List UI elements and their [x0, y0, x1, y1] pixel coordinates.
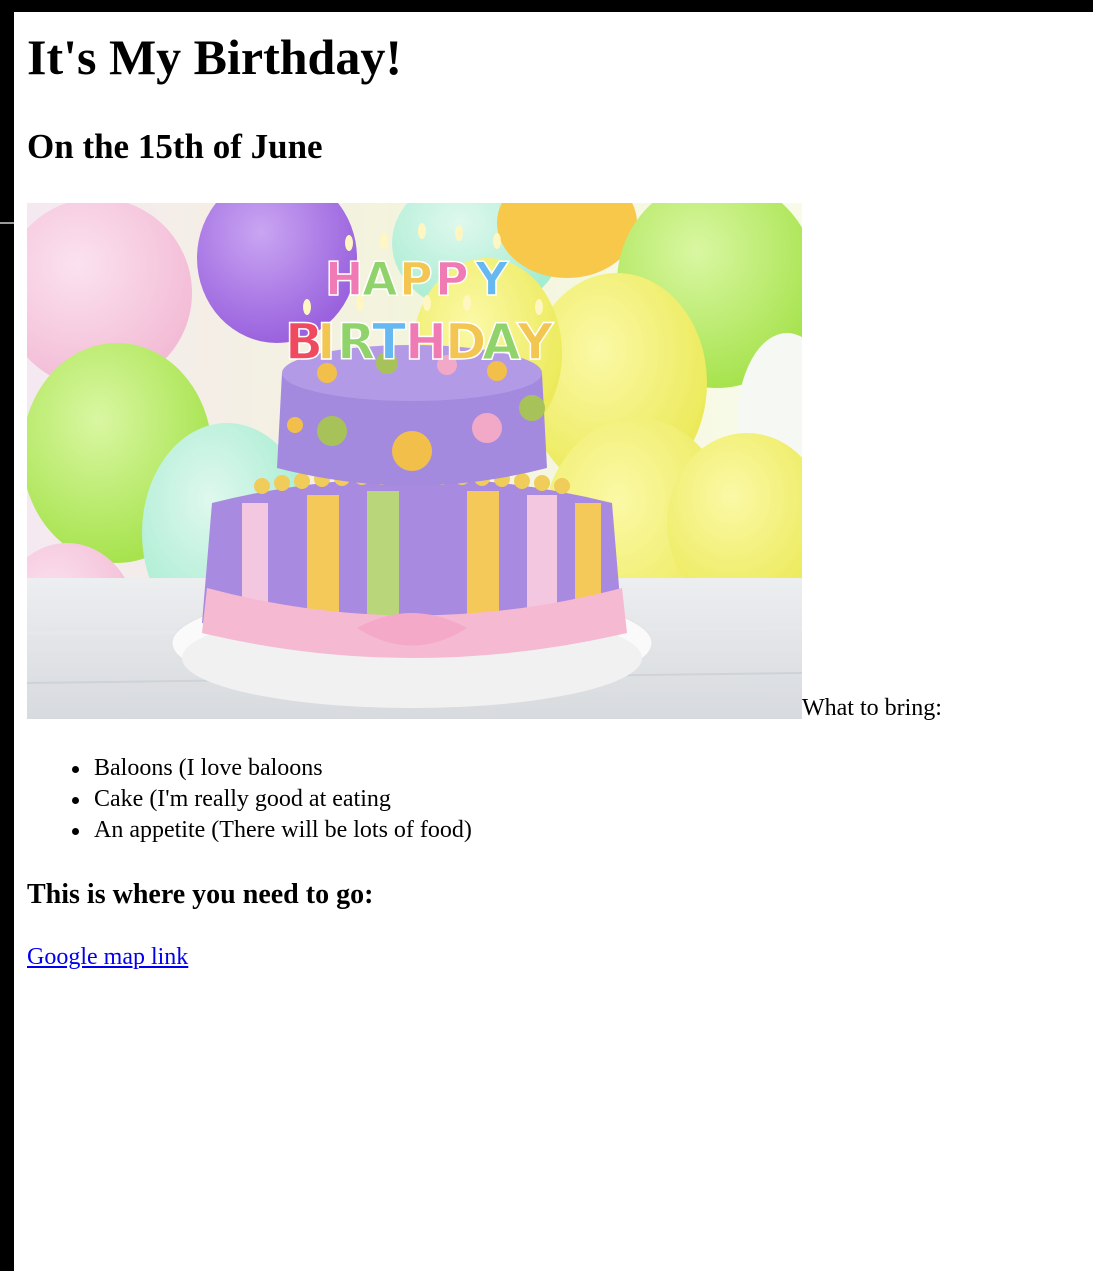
page-title: It's My Birthday! — [27, 29, 402, 85]
list-item: Cake (I'm really good at eating — [72, 784, 472, 815]
svg-text:Y: Y — [516, 313, 554, 371]
svg-text:Y: Y — [474, 252, 509, 306]
svg-text:T: T — [372, 313, 406, 371]
google-map-link[interactable]: Google map link — [27, 943, 188, 971]
what-to-bring-label: What to bring: — [802, 695, 942, 721]
svg-text:R: R — [337, 313, 376, 371]
window-left-bar — [0, 0, 14, 1271]
svg-text:P: P — [435, 252, 469, 306]
window-top-bar — [0, 0, 1093, 12]
svg-text:H: H — [405, 313, 447, 371]
event-date-heading: On the 15th of June — [27, 127, 323, 166]
directions-heading: This is where you need to go: — [27, 879, 374, 910]
svg-text:A: A — [482, 313, 521, 371]
web-page: It's My Birthday! On the 15th of June H … — [14, 12, 1093, 1271]
list-item: Baloons (I love baloons — [72, 753, 472, 784]
svg-text:I: I — [317, 313, 336, 371]
svg-text:A: A — [362, 252, 398, 306]
left-bar-marker — [0, 222, 14, 224]
birthday-cake-image: H A P P Y B I R T H D A Y — [27, 203, 802, 719]
svg-text:D: D — [445, 313, 487, 371]
list-item: An appetite (There will be lots of food) — [72, 815, 472, 846]
bring-list: Baloons (I love baloons Cake (I'm really… — [27, 753, 472, 846]
photo-row: H A P P Y B I R T H D A Y What to bring: — [27, 203, 1027, 721]
